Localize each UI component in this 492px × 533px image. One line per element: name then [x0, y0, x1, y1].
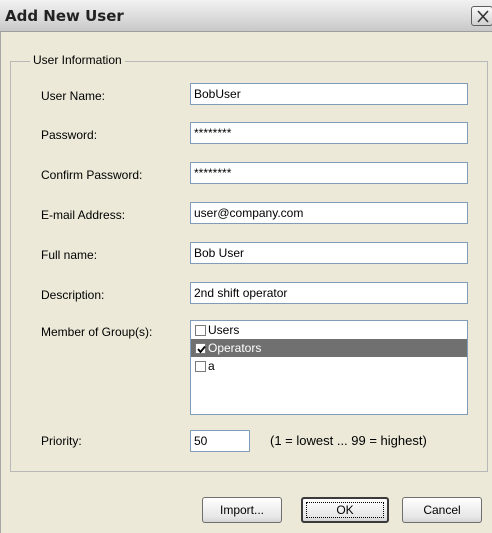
import-button-label: Import... — [219, 503, 264, 517]
cancel-button[interactable]: Cancel — [402, 497, 482, 523]
focus-ring — [306, 502, 384, 518]
email-label: E-mail Address: — [41, 208, 126, 222]
groups-listbox[interactable]: Users Operators a — [190, 320, 468, 415]
import-button[interactable]: Import... — [202, 497, 282, 523]
cancel-button-label: Cancel — [423, 503, 461, 517]
a-checkbox[interactable] — [195, 360, 206, 372]
ok-button[interactable]: OK — [301, 497, 389, 523]
full-name-label: Full name: — [41, 248, 98, 262]
checkmark-icon — [197, 345, 206, 353]
user-name-field[interactable]: BobUser — [190, 83, 468, 105]
group-label: User Information — [30, 53, 125, 67]
email-field[interactable]: user@company.com — [190, 202, 468, 224]
priority-label: Priority: — [41, 434, 82, 448]
priority-hint: (1 = lowest ... 99 = highest) — [270, 433, 427, 448]
user-name-label: User Name: — [41, 89, 106, 103]
group-item-users[interactable]: Users — [191, 321, 467, 339]
window-title: Add New User — [5, 7, 124, 25]
confirm-password-field[interactable]: ******** — [190, 162, 468, 184]
users-checkbox[interactable] — [195, 324, 206, 336]
password-label: Password: — [41, 128, 98, 142]
close-button[interactable] — [471, 6, 492, 26]
title-bar: Add New User — [0, 0, 492, 32]
description-field[interactable]: 2nd shift operator — [190, 282, 468, 304]
password-field[interactable]: ******** — [190, 122, 468, 144]
group-item-a[interactable]: a — [191, 357, 467, 375]
close-icon — [477, 10, 489, 23]
member-of-groups-label: Member of Group(s): — [41, 325, 153, 339]
operators-checkbox[interactable] — [195, 342, 206, 354]
priority-field[interactable]: 50 — [190, 430, 250, 452]
description-label: Description: — [41, 288, 105, 302]
confirm-password-label: Confirm Password: — [41, 168, 143, 182]
group-item-label: a — [208, 359, 215, 373]
group-item-label: Operators — [208, 341, 262, 355]
group-item-operators[interactable]: Operators — [191, 339, 467, 357]
full-name-field[interactable]: Bob User — [190, 242, 468, 264]
group-item-label: Users — [208, 323, 240, 337]
